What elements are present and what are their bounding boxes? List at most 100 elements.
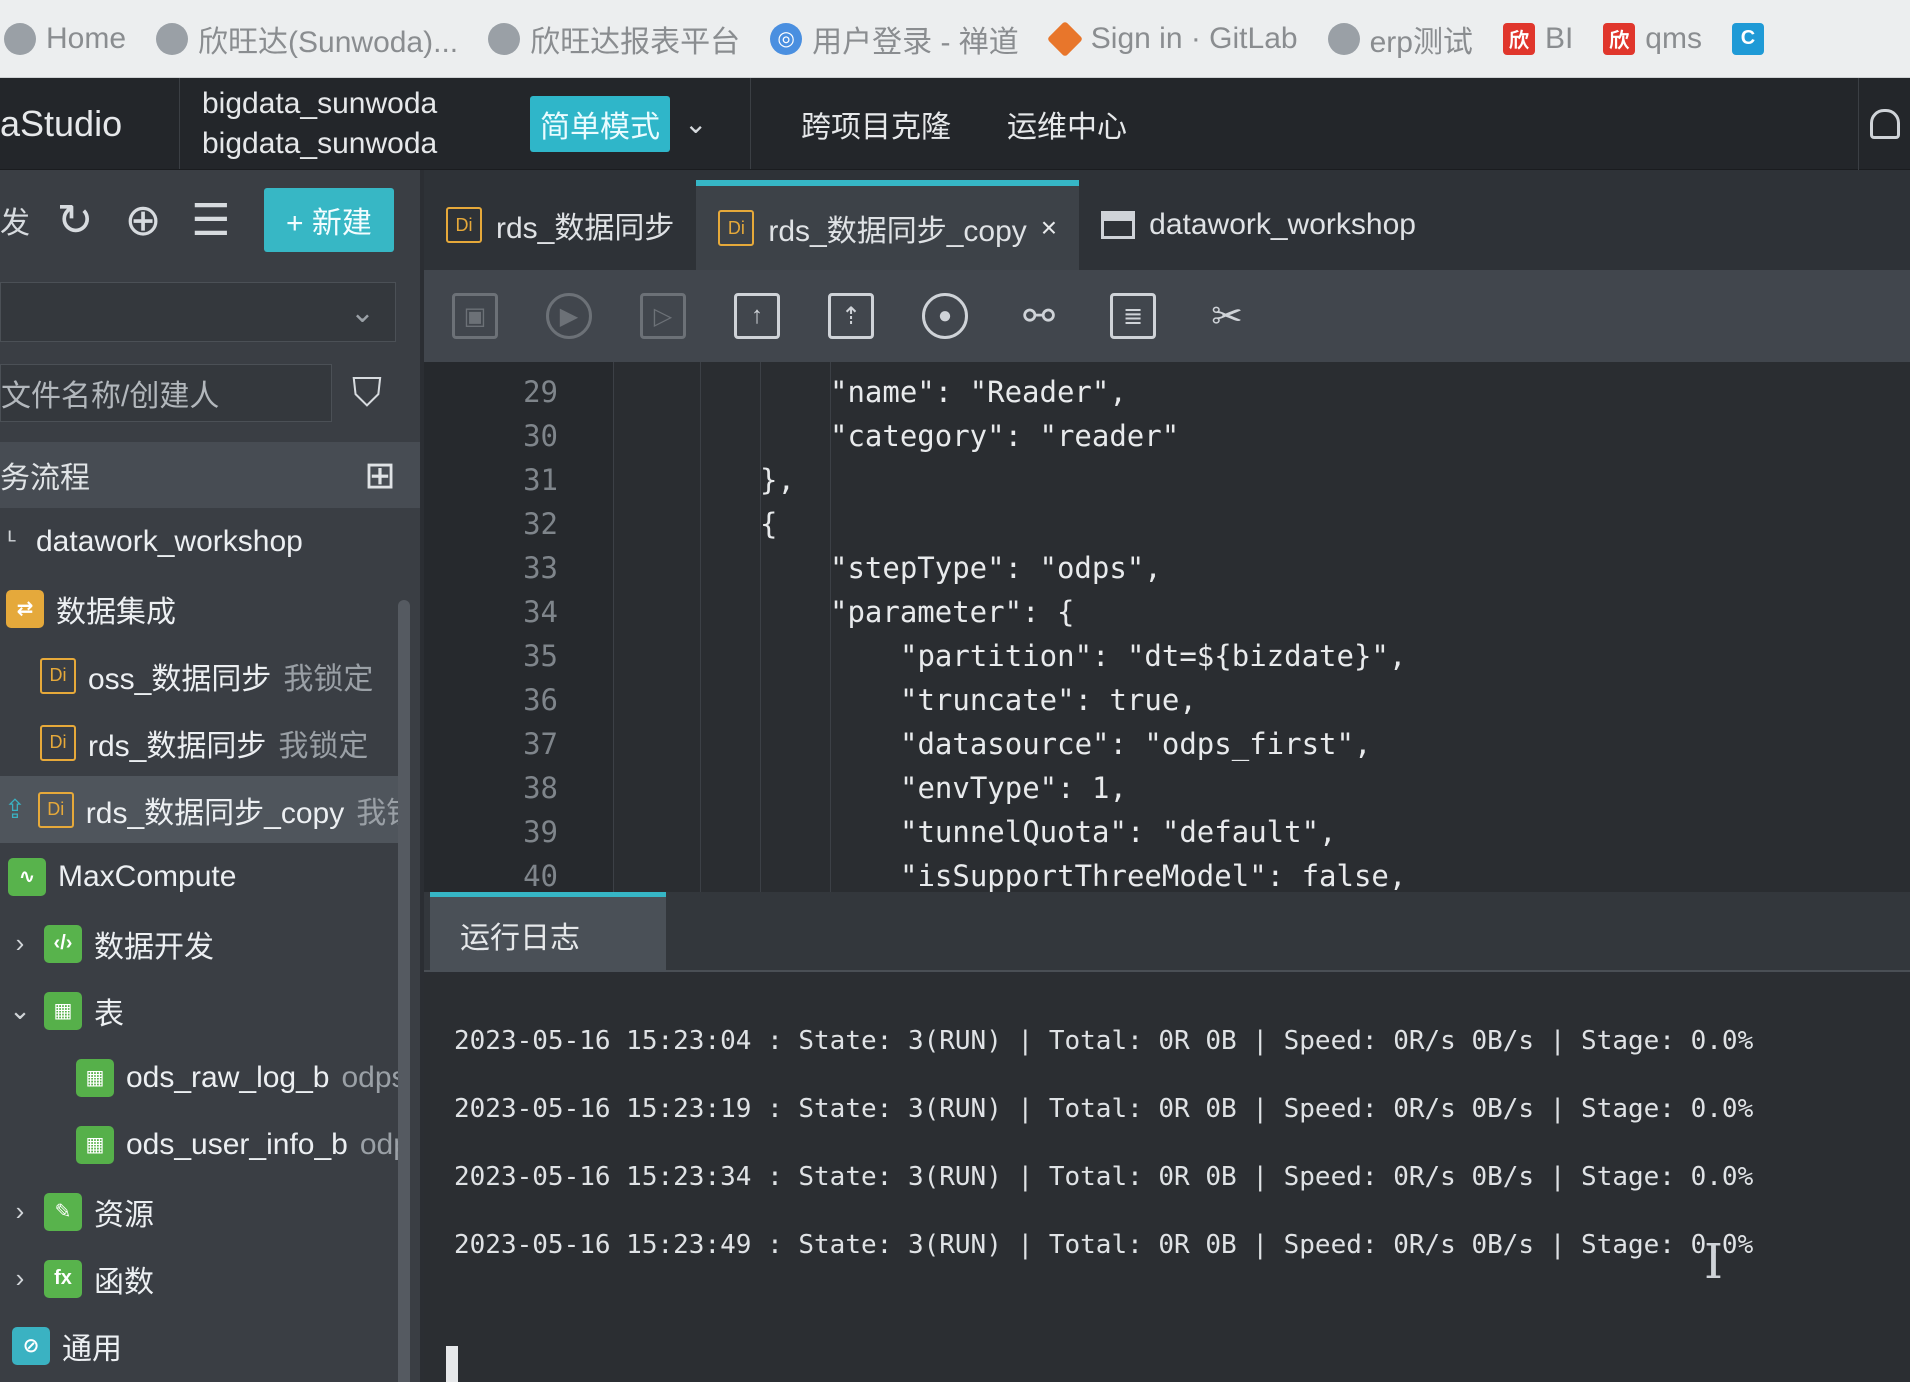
tree-node-label: datawork_workshop <box>36 524 303 558</box>
code-line: 30 "category": "reader" <box>424 414 1179 458</box>
notification-button[interactable] <box>1858 78 1910 170</box>
bookmark-label: 欣旺达报表平台 <box>530 25 741 59</box>
file-tree: ᒻ datawork_workshop ⇄ 数据集成 Di oss_数据同步 我锁定 D… <box>0 508 420 1379</box>
tree-node-data-integration[interactable]: ⇄ 数据集成 <box>0 575 400 642</box>
section-header[interactable]: 务流程 ⊞ <box>0 442 420 508</box>
submit-icon[interactable]: ↑ <box>734 293 780 339</box>
code-text: "truncate": true, <box>900 683 1197 717</box>
tree-node-tables[interactable]: ⌄ ▦ 表 <box>0 977 400 1044</box>
tab-rds-sync-copy[interactable]: Di rds_数据同步_copy × <box>696 180 1080 270</box>
code-line: 29 "name": "Reader", <box>424 370 1127 414</box>
run-icon[interactable]: ▶ <box>546 293 592 339</box>
tree-node-table[interactable]: ▦ ods_raw_log_b odps <box>0 1044 400 1111</box>
lock-status: 我锁定 <box>278 729 369 763</box>
resource-group-icon[interactable]: ⚯ <box>1016 293 1062 339</box>
bookmark-label: BI <box>1544 21 1574 55</box>
filter-icon[interactable]: ⛉ <box>352 371 382 416</box>
editor-tabs: Di rds_数据同步 Di rds_数据同步_copy × datawork_wor… <box>424 170 1910 270</box>
new-button[interactable]: + 新建 <box>264 188 394 252</box>
table-type: odp <box>359 1127 400 1161</box>
tree-node-label: rds_数据同步_copy <box>85 796 345 830</box>
tree-node-data-dev[interactable]: › ‹/› 数据开发 <box>0 910 400 977</box>
code-editor[interactable]: 29 "name": "Reader", 30 "category": "reader… <box>424 362 1910 892</box>
bookmark-report-platform[interactable]: 欣旺达报表平台 <box>488 17 740 61</box>
script-icon[interactable]: ≣ <box>1110 293 1156 339</box>
line-number: 34 <box>523 595 558 629</box>
run-with-params-icon[interactable]: ▷ <box>640 293 686 339</box>
code-text: "partition": "dt=${bizdate}", <box>900 639 1407 673</box>
tab-rds-sync[interactable]: Di rds_数据同步 <box>424 180 696 270</box>
nav-cross-project-clone[interactable]: 跨项目克隆 <box>801 102 951 146</box>
general-icon: ⊘ <box>12 1326 50 1365</box>
sunwoda-icon: 欣 <box>1603 22 1636 55</box>
tree-node-table[interactable]: ▦ ods_user_info_b odp <box>0 1111 400 1178</box>
close-icon[interactable]: × <box>1041 212 1057 244</box>
publish-icon[interactable]: ⇡ <box>828 293 874 339</box>
grid-icon[interactable]: ⊞ <box>364 453 396 498</box>
tree-node-workflow[interactable]: ᒻ datawork_workshop <box>0 508 400 575</box>
globe-icon <box>4 22 36 55</box>
sidebar-toolbar: 发 ↻ ⊕ ☰ + 新建 <box>0 170 420 270</box>
line-number: 36 <box>523 683 558 717</box>
mode-selector[interactable]: 简单模式 ⌄ <box>520 95 750 152</box>
tree-node-label: ods_user_info_b <box>126 1127 348 1161</box>
app-logo[interactable]: aStudio <box>0 78 180 169</box>
bookmark-zentao[interactable]: ◎ 用户登录 - 禅道 <box>770 17 1019 61</box>
workspace-name-secondary: bigdata_sunwoda <box>202 126 438 160</box>
stop-icon[interactable]: ● <box>922 293 968 339</box>
nav-ops-center[interactable]: 运维中心 <box>1007 102 1127 146</box>
tree-node-oss-sync[interactable]: Di oss_数据同步 我锁定 <box>0 642 400 709</box>
bookmarks-bar: Home 欣旺达(Sunwoda)... 欣旺达报表平台 ◎ 用户登录 - 禅道 … <box>0 0 1910 78</box>
mode-chip: 简单模式 <box>530 95 670 152</box>
workspace-switcher[interactable]: bigdata_sunwoda bigdata_sunwoda <box>180 84 520 164</box>
bookmark-more[interactable]: C <box>1731 22 1764 55</box>
search-input[interactable]: 文件名称/创建人 <box>0 364 332 422</box>
tab-label: rds_数据同步_copy <box>768 215 1027 248</box>
run-log[interactable]: 2023-05-16 15:23:04 : State: 3(RUN) | To… <box>424 974 1910 1382</box>
line-number: 29 <box>523 375 558 409</box>
tree-node-functions[interactable]: › fx 函数 <box>0 1245 400 1312</box>
line-number: 38 <box>523 771 558 805</box>
refresh-icon[interactable]: ↻ <box>52 195 98 246</box>
sidebar-scrollbar[interactable] <box>398 600 410 1382</box>
code-line: 33 "stepType": "odps", <box>424 546 1162 590</box>
filter-select[interactable]: ⌄ <box>0 282 396 342</box>
bookmark-label: erp测试 <box>1369 25 1473 59</box>
tree-node-rds-sync-copy[interactable]: ⇪ Di rds_数据同步_copy 我锁 <box>0 776 400 843</box>
bookmark-home[interactable]: Home <box>4 22 126 56</box>
upload-icon: ⇪ <box>4 794 26 824</box>
code-text: { <box>760 507 778 541</box>
tree-node-rds-sync[interactable]: Di rds_数据同步 我锁定 <box>0 709 400 776</box>
code-text: "isSupportThreeModel": false, <box>900 859 1407 892</box>
tab-datawork-workshop[interactable]: datawork_workshop <box>1079 180 1438 270</box>
indent-guide <box>700 362 701 892</box>
tree-node-label: oss_数据同步 <box>88 662 272 696</box>
locate-icon[interactable]: ⊕ <box>120 195 166 246</box>
line-number: 30 <box>523 419 558 453</box>
tree-node-label: rds_数据同步 <box>88 729 267 763</box>
chevron-right-icon: › <box>15 1263 25 1293</box>
bookmark-label: 欣旺达(Sunwoda)... <box>198 25 459 59</box>
code-line: 40 "isSupportThreeModel": false, <box>424 854 1406 892</box>
bookmark-sunwoda[interactable]: 欣旺达(Sunwoda)... <box>156 17 458 61</box>
resource-icon: ✎ <box>44 1192 82 1231</box>
bookmark-gitlab[interactable]: Sign in · GitLab <box>1046 20 1298 57</box>
save-icon[interactable]: ▣ <box>452 293 498 339</box>
di-icon: Di <box>40 657 76 694</box>
bookmark-erp[interactable]: erp测试 <box>1327 17 1473 61</box>
format-icon[interactable]: ✂ <box>1204 293 1250 339</box>
bell-icon <box>1869 109 1900 139</box>
tab-run-log[interactable]: 运行日志 <box>430 892 666 972</box>
line-number: 40 <box>523 859 558 892</box>
bookmark-bi[interactable]: 欣 BI <box>1502 21 1574 56</box>
editor-toolbar: ▣ ▶ ▷ ↑ ⇡ ● ⚯ ≣ ✂ <box>424 270 1910 362</box>
globe-icon <box>1327 22 1360 55</box>
tree-node-maxcompute[interactable]: ∿ MaxCompute <box>0 843 400 910</box>
code-line: 36 "truncate": true, <box>424 678 1197 722</box>
list-icon[interactable]: ☰ <box>188 195 234 246</box>
bookmark-qms[interactable]: 欣 qms <box>1603 22 1702 56</box>
tree-node-resources[interactable]: › ✎ 资源 <box>0 1178 400 1245</box>
log-caret <box>446 1346 458 1382</box>
line-number: 37 <box>523 727 558 761</box>
tree-node-general[interactable]: ⊘ 通用 <box>0 1312 400 1379</box>
